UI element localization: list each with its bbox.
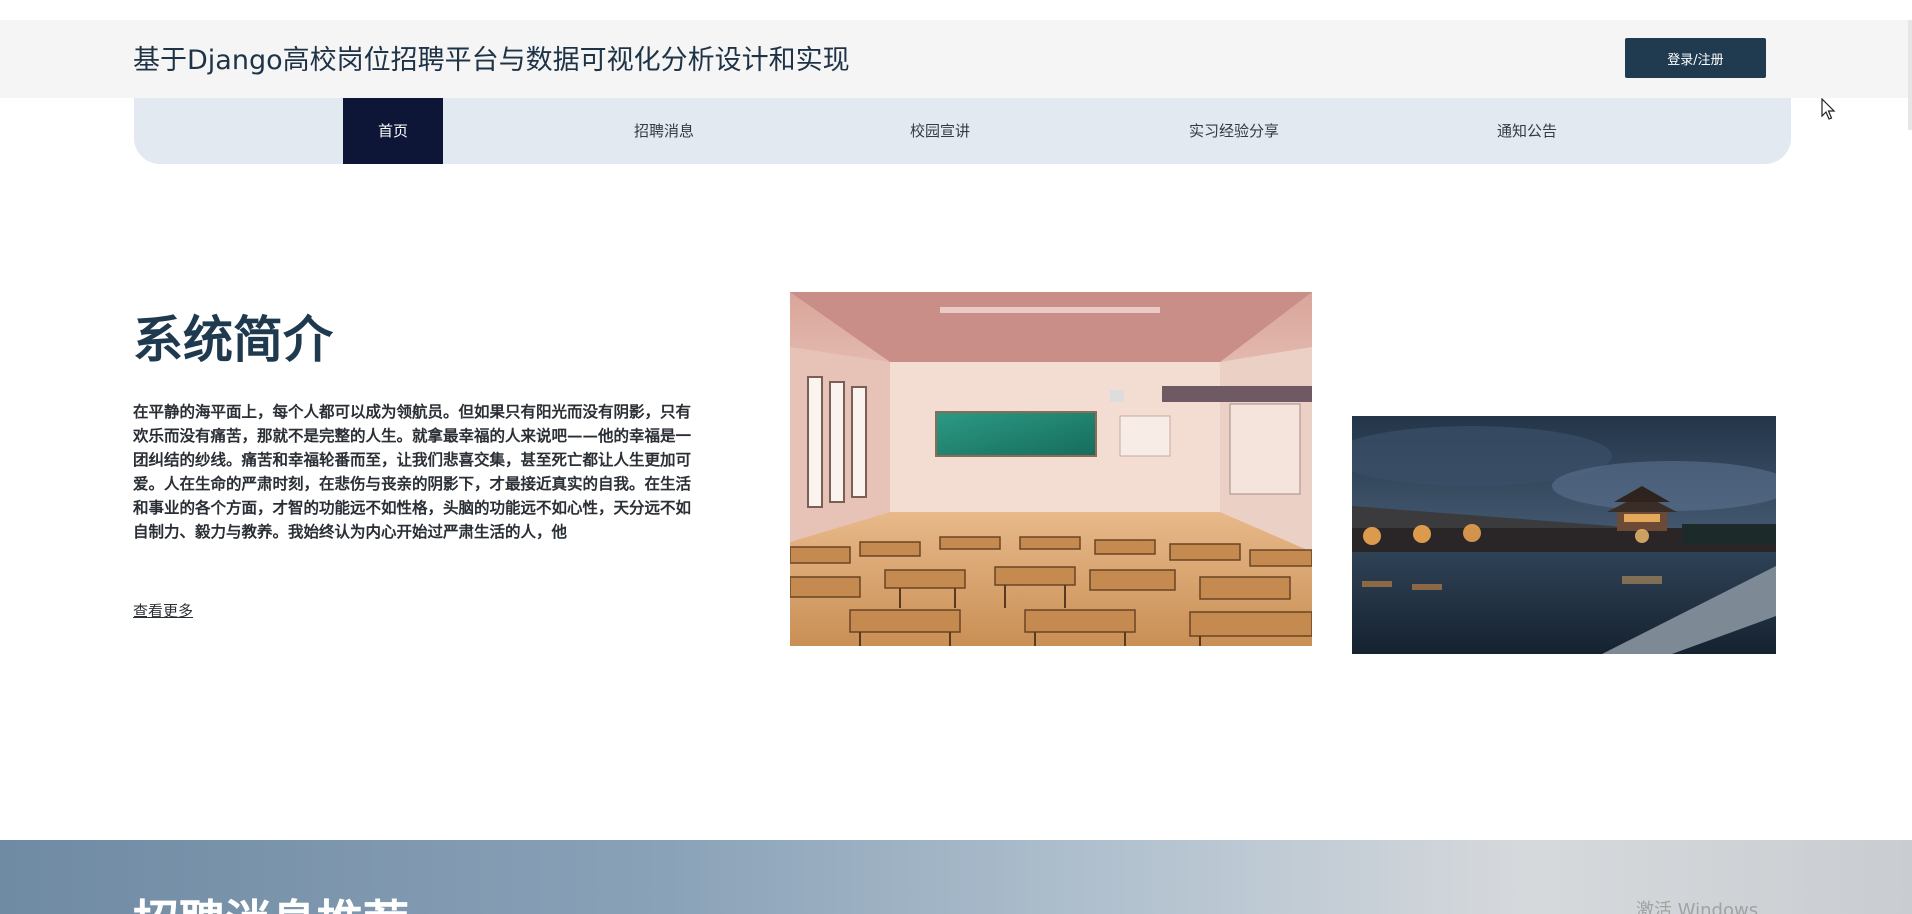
classroom-illustration	[790, 292, 1312, 646]
login-register-button[interactable]: 登录/注册	[1625, 38, 1766, 78]
night-palace-illustration	[1352, 416, 1776, 654]
night-palace-image	[1352, 416, 1776, 654]
recommended-jobs-banner: 招聘消息推荐 激活 Windows	[0, 840, 1912, 914]
section-heading: 招聘消息推荐	[133, 886, 409, 914]
nav-item-home[interactable]: 首页	[343, 98, 443, 164]
site-header: 基于Django高校岗位招聘平台与数据可视化分析设计和实现 登录/注册	[0, 20, 1912, 98]
nav-item-internship-sharing[interactable]: 实习经验分享	[1164, 98, 1304, 164]
site-title: 基于Django高校岗位招聘平台与数据可视化分析设计和实现	[133, 45, 850, 76]
mouse-cursor-icon	[1821, 98, 1836, 120]
windows-activation-watermark: 激活 Windows	[1636, 900, 1759, 914]
scrollbar[interactable]	[1908, 20, 1912, 130]
intro-title: 系统简介	[133, 311, 333, 369]
nav-item-campus-talks[interactable]: 校园宣讲	[880, 98, 1000, 164]
page: 基于Django高校岗位招聘平台与数据可视化分析设计和实现 登录/注册 首页 招…	[0, 0, 1912, 914]
classroom-image	[790, 292, 1312, 646]
intro-text: 在平静的海平面上，每个人都可以成为领航员。但如果只有阳光而没有阴影，只有欢乐而没…	[133, 402, 692, 541]
view-more-link[interactable]: 查看更多	[133, 600, 193, 621]
nav-item-notices[interactable]: 通知公告	[1467, 98, 1587, 164]
nav-item-recruitment[interactable]: 招聘消息	[604, 98, 724, 164]
main-nav: 首页 招聘消息 校园宣讲 实习经验分享 通知公告	[134, 98, 1791, 164]
